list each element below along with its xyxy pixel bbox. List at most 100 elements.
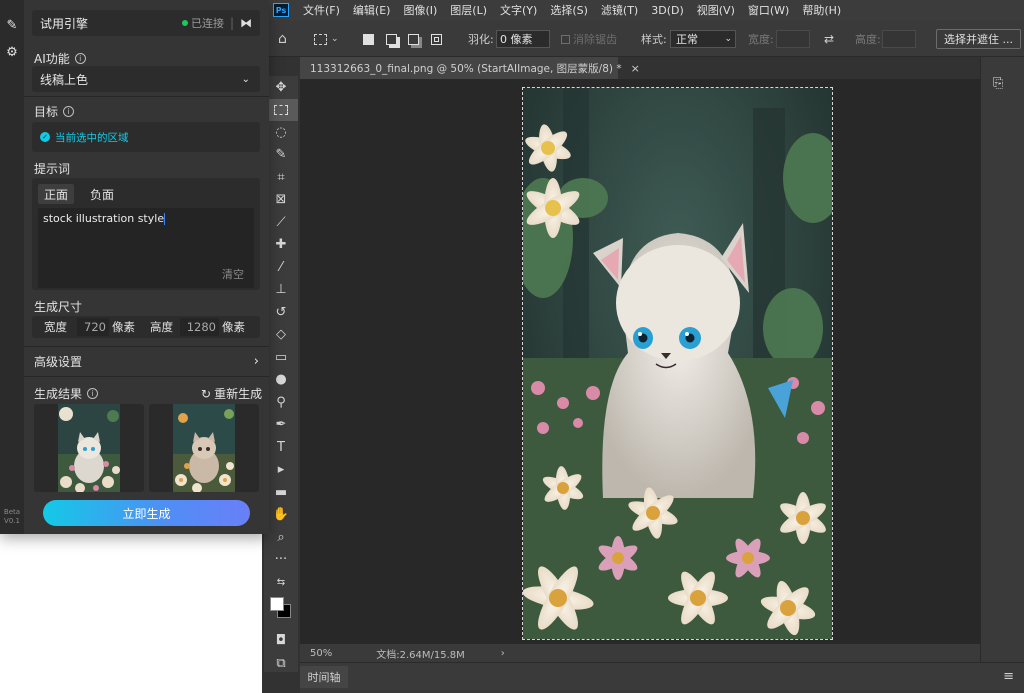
gradient-tool-icon[interactable]: ▭ [264, 346, 298, 369]
menu-type[interactable]: 文字(Y) [500, 2, 537, 18]
menu-file[interactable]: 文件(F) [303, 2, 340, 18]
crop-tool-icon[interactable]: ⌗ [264, 166, 298, 189]
advanced-settings-row[interactable]: 高级设置 › [34, 353, 259, 370]
chevron-down-icon: ⌄ [241, 73, 250, 85]
pen-tool-icon[interactable]: ✒ [264, 414, 298, 437]
result-thumbnail-1[interactable] [34, 404, 144, 492]
antialias-label: 消除锯齿 [573, 33, 617, 46]
path-select-tool-icon[interactable]: ▸ [264, 459, 298, 482]
gear-icon[interactable]: ⚙ [2, 42, 22, 62]
menu-view[interactable]: 视图(V) [697, 2, 735, 18]
size-heading: 生成尺寸 [34, 300, 83, 314]
color-swatches[interactable] [264, 594, 298, 624]
quick-mask-icon[interactable]: ◘ [264, 630, 298, 653]
brush-tool-icon[interactable]: ⁄ [264, 256, 298, 279]
width-label: 宽度: [748, 33, 774, 46]
document-info: 文档:2.64M/15.8M [376, 649, 465, 661]
version-badge: Beta V0.1 [0, 508, 24, 526]
menu-image[interactable]: 图像(I) [403, 2, 437, 18]
info-icon[interactable]: i [63, 106, 75, 117]
height-label: 高度 [150, 320, 173, 334]
beta-label: Beta [3, 508, 21, 516]
photoshop-window: Ps 文件(F) 编辑(E) 图像(I) 图层(L) 文字(Y) 选择(S) 滤… [262, 0, 1024, 693]
swap-icon[interactable]: ⇄ [824, 29, 834, 49]
info-icon[interactable]: i [87, 388, 99, 399]
height-input[interactable]: 1280 [180, 318, 219, 336]
panel-menu-icon[interactable]: ≡ [1003, 669, 1014, 684]
menu-filter[interactable]: 滤镜(T) [601, 2, 638, 18]
more-tools-icon[interactable]: ··· [264, 549, 298, 572]
status-bar: 50% 文档:2.64M/15.8M › [300, 644, 980, 662]
network-icon[interactable]: ⧓ [240, 16, 252, 30]
style-select[interactable]: 正常 ⌄ [670, 30, 736, 48]
document-title: 113312663_0_final.png @ 50% (StartAIImag… [310, 62, 622, 75]
blur-tool-icon[interactable]: ● [264, 369, 298, 392]
connection-status: 已连接 [181, 15, 224, 31]
result-thumbnail-2[interactable] [149, 404, 259, 492]
screen-mode-icon[interactable]: ⧉ [264, 652, 298, 675]
healing-brush-tool-icon[interactable]: ✚ [264, 234, 298, 257]
subtract-selection-icon[interactable] [408, 29, 419, 49]
menu-3d[interactable]: 3D(D) [651, 4, 684, 17]
history-brush-tool-icon[interactable]: ↺ [264, 301, 298, 324]
ai-function-select[interactable]: 线稿上色 ⌄ [32, 66, 260, 92]
zoom-tool-icon[interactable]: ⌕ [264, 526, 298, 549]
connection-status-text: 已连接 [190, 17, 224, 30]
plugin-sidebar: ✎ ⚙ Beta V0.1 [0, 0, 24, 534]
move-tool-icon[interactable]: ✥ [264, 76, 298, 99]
frame-tool-icon[interactable]: ⊠ [264, 189, 298, 212]
history-panel-icon[interactable]: ⎘ [993, 76, 1003, 91]
menu-help[interactable]: 帮助(H) [802, 2, 841, 18]
clear-button[interactable]: 清空 [222, 266, 244, 282]
height-input[interactable] [882, 30, 916, 48]
canvas-area[interactable] [300, 79, 980, 644]
hand-tool-icon[interactable]: ✋ [264, 504, 298, 527]
select-and-mask-button[interactable]: 选择并遮住 ... [936, 29, 1021, 49]
dodge-tool-icon[interactable]: ⚲ [264, 391, 298, 414]
ai-function-value: 线稿上色 [40, 72, 89, 87]
antialias-checkbox[interactable] [561, 34, 570, 44]
chevron-down-icon: ⌄ [724, 34, 732, 44]
foreground-color-swatch[interactable] [270, 596, 284, 611]
marquee-preset-icon[interactable]: ⌄ [314, 29, 339, 49]
lasso-tool-icon[interactable]: ◌ [264, 121, 298, 144]
rectangle-tool-icon[interactable]: ▬ [264, 481, 298, 504]
new-selection-icon[interactable] [363, 29, 374, 49]
canvas-image-kitten[interactable] [522, 87, 833, 640]
clone-stamp-tool-icon[interactable]: ⊥ [264, 279, 298, 302]
refresh-icon: ↻ [201, 386, 212, 401]
quick-select-tool-icon[interactable]: ✎ [264, 144, 298, 167]
width-input[interactable] [776, 30, 810, 48]
prompt-textarea[interactable]: stock illustration style 清空 [38, 208, 254, 288]
type-tool-icon[interactable]: T [264, 436, 298, 459]
status-expand-icon[interactable]: › [501, 648, 505, 659]
eraser-tool-icon[interactable]: ◇ [264, 324, 298, 347]
divider [24, 346, 269, 347]
marquee-tool-icon[interactable] [264, 98, 298, 121]
kitten-artwork [523, 88, 832, 639]
timeline-tab[interactable]: 时间轴 [300, 666, 348, 688]
target-heading: 目标 i [34, 103, 75, 120]
regenerate-button[interactable]: ↻ 重新生成 [201, 385, 262, 402]
plugin-content: 试用引擎 已连接 | ⧓ AI功能 i 线稿上色 ⌄ 目标 i ✓ 当前选中的区… [24, 0, 269, 534]
tab-negative[interactable]: 负面 [84, 184, 120, 204]
menu-layer[interactable]: 图层(L) [450, 2, 487, 18]
tab-positive[interactable]: 正面 [38, 184, 75, 204]
add-selection-icon[interactable] [386, 29, 397, 49]
default-colors-icon[interactable]: ⇆ [264, 571, 298, 594]
eyedropper-tool-icon[interactable]: ⟋ [264, 211, 298, 234]
menu-edit[interactable]: 编辑(E) [353, 2, 391, 18]
feather-input[interactable]: 0 像素 [496, 30, 550, 48]
home-icon[interactable]: ⌂ [278, 29, 287, 49]
menu-select[interactable]: 选择(S) [550, 2, 588, 18]
pen-icon[interactable]: ✎ [2, 15, 22, 35]
target-option[interactable]: ✓ 当前选中的区域 [32, 122, 260, 152]
document-tab[interactable]: 113312663_0_final.png @ 50% (StartAIImag… [300, 57, 640, 79]
zoom-level[interactable]: 50% [310, 648, 332, 659]
close-tab-icon[interactable]: × [631, 62, 640, 75]
width-input[interactable]: 720 [77, 318, 109, 336]
intersect-selection-icon[interactable] [431, 29, 442, 49]
menu-window[interactable]: 窗口(W) [748, 2, 789, 18]
info-icon[interactable]: i [74, 53, 86, 64]
generate-button[interactable]: 立即生成 [43, 500, 250, 526]
